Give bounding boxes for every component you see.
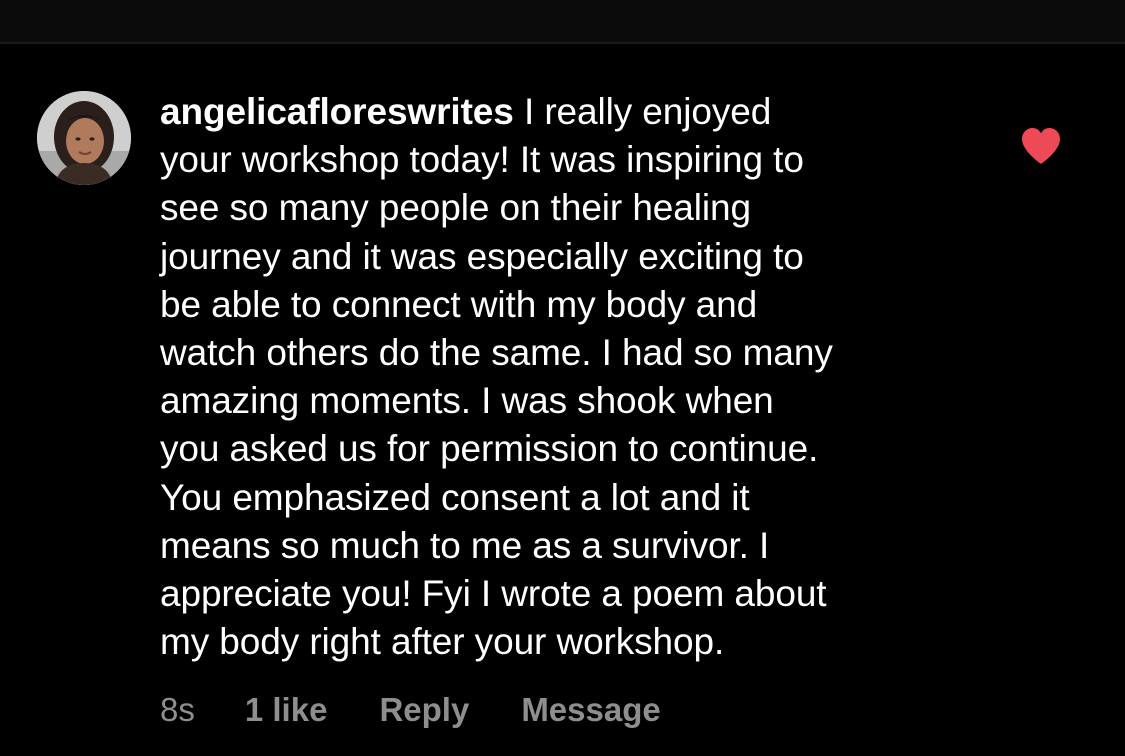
comment-text: angelicafloreswrites I really enjoyed yo…	[160, 88, 980, 666]
reply-button[interactable]: Reply	[379, 691, 469, 729]
comment-timestamp: 8s	[160, 691, 195, 728]
comment-body: I really enjoyed your workshop today! It…	[160, 91, 833, 663]
comment: angelicafloreswrites I really enjoyed yo…	[0, 0, 1125, 756]
heart-icon	[1022, 128, 1060, 164]
comment-username[interactable]: angelicafloreswrites	[160, 91, 514, 132]
user-avatar-image	[37, 91, 131, 185]
comment-actions: 8s 1 like Reply Message	[160, 686, 661, 734]
avatar[interactable]	[37, 91, 131, 185]
message-button[interactable]: Message	[521, 691, 660, 729]
like-button[interactable]	[1019, 126, 1063, 166]
likes-count-link[interactable]: 1 like	[245, 691, 328, 729]
